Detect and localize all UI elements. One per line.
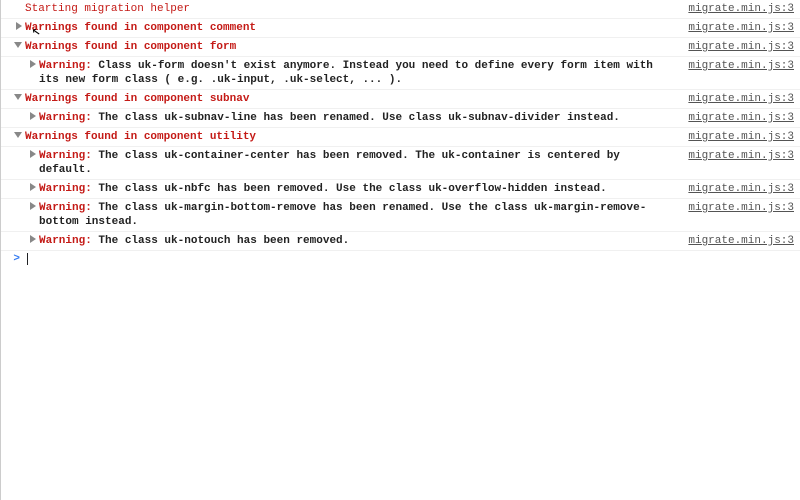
disclosure-toggle[interactable]: [1, 182, 39, 196]
group-title: Warnings found in component utility: [25, 130, 682, 144]
console-warning-line: Warning: The class uk-margin-bottom-remo…: [1, 199, 800, 232]
group-title: Warnings found in component subnav: [25, 92, 682, 106]
console-warning-line: Warning: The class uk-nbfc has been remo…: [1, 180, 800, 199]
console-group-header[interactable]: Warnings found in component form migrate…: [1, 38, 800, 57]
group-title: Warnings found in component comment: [25, 21, 682, 35]
source-link[interactable]: migrate.min.js:3: [682, 59, 794, 73]
warning-prefix: Warning:: [39, 150, 92, 162]
source-link[interactable]: migrate.min.js:3: [682, 234, 794, 248]
source-link[interactable]: migrate.min.js:3: [682, 40, 794, 54]
source-link[interactable]: migrate.min.js:3: [682, 21, 794, 35]
chevron-down-icon: [14, 132, 22, 138]
source-link[interactable]: migrate.min.js:3: [682, 149, 794, 163]
warning-prefix: Warning:: [39, 60, 92, 72]
disclosure-toggle[interactable]: [1, 111, 39, 125]
console-warning-line: Warning: Class uk-form doesn't exist any…: [1, 57, 800, 90]
warning-prefix: Warning:: [39, 235, 92, 247]
warning-text: The class uk-margin-bottom-remove has be…: [39, 202, 646, 228]
warning-prefix: Warning:: [39, 183, 92, 195]
warning-text: The class uk-container-center has been r…: [39, 150, 620, 176]
console-input-row[interactable]: >: [1, 251, 800, 267]
warning-message: Warning: The class uk-notouch has been r…: [39, 234, 682, 248]
warning-text: The class uk-notouch has been removed.: [98, 235, 349, 247]
console-warning-line: Warning: The class uk-subnav-line has be…: [1, 109, 800, 128]
warning-prefix: Warning:: [39, 202, 92, 214]
disclosure-toggle[interactable]: [1, 149, 39, 163]
source-link[interactable]: migrate.min.js:3: [682, 92, 794, 106]
console-group-header[interactable]: Warnings found in component comment migr…: [1, 19, 800, 38]
prompt-chevron-icon: >: [1, 253, 25, 265]
disclosure-toggle[interactable]: [1, 92, 25, 106]
warning-text: Class uk-form doesn't exist anymore. Ins…: [39, 60, 653, 86]
disclosure-toggle[interactable]: [1, 21, 25, 35]
source-link[interactable]: migrate.min.js:3: [682, 201, 794, 215]
source-link[interactable]: migrate.min.js:3: [682, 111, 794, 125]
warning-message: Warning: The class uk-nbfc has been remo…: [39, 182, 682, 196]
console-group-header[interactable]: Warnings found in component utility migr…: [1, 128, 800, 147]
warning-text: The class uk-nbfc has been removed. Use …: [98, 183, 606, 195]
console-panel: ↖ Starting migration helper migrate.min.…: [0, 0, 800, 500]
chevron-right-icon: [30, 235, 36, 243]
console-group-header[interactable]: Warnings found in component subnav migra…: [1, 90, 800, 109]
chevron-right-icon: [30, 202, 36, 210]
source-link[interactable]: migrate.min.js:3: [682, 2, 794, 16]
chevron-right-icon: [30, 150, 36, 158]
group-title: Warnings found in component form: [25, 40, 682, 54]
disclosure-toggle[interactable]: [1, 234, 39, 248]
chevron-right-icon: [30, 183, 36, 191]
chevron-right-icon: [30, 112, 36, 120]
chevron-right-icon: [30, 60, 36, 68]
source-link[interactable]: migrate.min.js:3: [682, 130, 794, 144]
warning-text: The class uk-subnav-line has been rename…: [98, 112, 620, 124]
disclosure-toggle[interactable]: [1, 40, 25, 54]
source-link[interactable]: migrate.min.js:3: [682, 182, 794, 196]
disclosure-toggle[interactable]: [1, 201, 39, 215]
chevron-down-icon: [14, 42, 22, 48]
warning-message: Warning: The class uk-subnav-line has be…: [39, 111, 682, 125]
warning-prefix: Warning:: [39, 112, 92, 124]
warning-message: Warning: The class uk-margin-bottom-remo…: [39, 201, 682, 229]
disclosure-toggle[interactable]: [1, 59, 39, 73]
warning-message: Warning: Class uk-form doesn't exist any…: [39, 59, 682, 87]
console-warning-line: Warning: The class uk-notouch has been r…: [1, 232, 800, 251]
log-message: Starting migration helper: [25, 2, 682, 16]
console-log-line: Starting migration helper migrate.min.js…: [1, 0, 800, 19]
disclosure-toggle[interactable]: [1, 130, 25, 144]
console-warning-line: Warning: The class uk-container-center h…: [1, 147, 800, 180]
chevron-down-icon: [14, 94, 22, 100]
warning-message: Warning: The class uk-container-center h…: [39, 149, 682, 177]
chevron-right-icon: [16, 22, 22, 30]
text-caret: [27, 253, 28, 265]
